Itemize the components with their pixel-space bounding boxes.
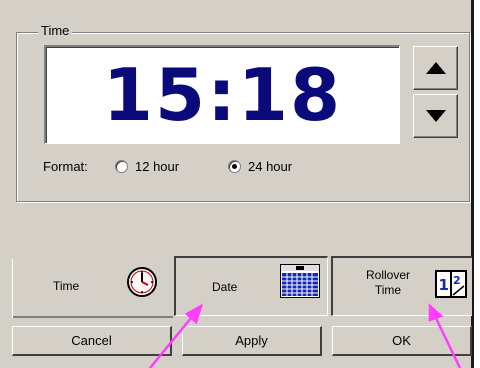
ok-button[interactable]: OK [332,326,472,356]
rollover-icon: 1 2 [435,270,467,298]
increment-button[interactable] [413,46,458,90]
time-group-title: Time [38,23,73,38]
tab-rollover-time[interactable]: Rollover Time 1 2 [331,256,472,316]
tab-time-label: Time [53,279,80,293]
format-label: Format: [43,159,88,174]
svg-text:2: 2 [453,274,461,287]
time-display: 15:18 [44,45,400,144]
tab-time[interactable]: Time [12,258,173,318]
triangle-up-icon [425,62,446,74]
decrement-button[interactable] [413,94,458,138]
triangle-down-icon [425,110,446,122]
cancel-button[interactable]: Cancel [12,326,172,356]
radio-12-hour[interactable] [115,160,128,173]
radio-24-hour-label[interactable]: 24 hour [248,159,292,174]
radio-selected-dot [232,164,237,169]
tab-time-bottom-edge [13,316,173,318]
tab-rollover-label-line-2: Time [374,283,402,297]
tab-rollover-label-line-1: Rollover [365,268,410,282]
tab-rollover-label: Rollover Time [353,268,423,298]
radio-24-hour[interactable] [228,160,241,173]
svg-text:1: 1 [439,276,449,294]
clock-icon [127,267,157,297]
calendar-icon [280,264,320,298]
dialog-frame: Time 15:18 Format: 12 hour 24 hour Time … [0,0,474,368]
tab-date-label: Date [212,280,238,294]
apply-button[interactable]: Apply [182,326,322,356]
radio-12-hour-label[interactable]: 12 hour [135,159,179,174]
tab-date[interactable]: Date [174,256,328,316]
time-value: 15:18 [102,53,343,137]
